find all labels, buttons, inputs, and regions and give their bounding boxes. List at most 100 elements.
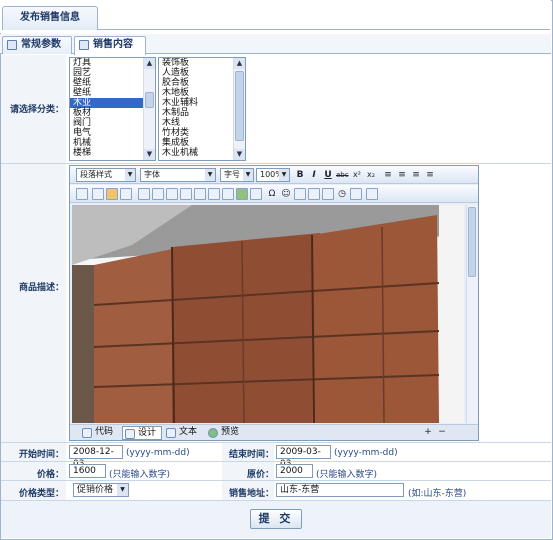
chevron-down-icon: ▼	[243, 169, 253, 181]
row-divider	[1, 480, 551, 481]
wood-stack-photo	[72, 205, 464, 423]
folder-icon[interactable]	[106, 188, 118, 200]
underline-icon[interactable]: U	[322, 169, 334, 181]
mode-label: 预览	[221, 427, 240, 437]
zoom-in-icon[interactable]: +	[422, 426, 434, 438]
list-scrollbar[interactable]: ▲ ▼	[143, 58, 155, 160]
align-justify-icon[interactable]: ≡	[424, 169, 436, 181]
font-size-value: 字号	[224, 170, 240, 179]
zoom-select[interactable]: 100% ▼	[256, 168, 290, 182]
scroll-thumb[interactable]	[145, 92, 154, 108]
scroll-down-icon[interactable]: ▼	[144, 149, 155, 160]
page-title: 发布销售信息	[2, 6, 98, 30]
table-icon[interactable]	[120, 188, 132, 200]
scroll-up-icon[interactable]: ▲	[144, 58, 155, 69]
start-time-label: 开始时间：	[18, 450, 64, 460]
clock-icon[interactable]: ◷	[336, 188, 348, 200]
font-value: 字体	[144, 170, 160, 179]
align-left-icon[interactable]: ≡	[382, 169, 394, 181]
template-icon[interactable]	[322, 188, 334, 200]
new-doc-icon[interactable]	[92, 188, 104, 200]
scroll-up-icon[interactable]: ▲	[234, 58, 245, 69]
align-right-icon[interactable]: ≡	[410, 169, 422, 181]
scroll-thumb[interactable]	[468, 207, 476, 277]
chevron-down-icon: ▼	[125, 169, 135, 181]
mode-preview[interactable]: 预览	[206, 426, 246, 440]
mode-design[interactable]: 设计	[122, 426, 162, 440]
scroll-thumb[interactable]	[235, 71, 244, 141]
category-label: 请选择分类：	[9, 105, 64, 115]
code-icon	[82, 428, 92, 438]
omega-icon[interactable]: Ω	[266, 188, 278, 200]
globe-icon[interactable]	[236, 188, 248, 200]
description-label: 商品描述：	[18, 283, 64, 293]
chevron-down-icon: ▼	[117, 484, 128, 496]
end-date-hint: (yyyy-mm-dd)	[334, 448, 398, 458]
tab-icon	[7, 40, 17, 50]
mode-code[interactable]: 代码	[80, 426, 120, 440]
mode-label: 文本	[179, 427, 198, 437]
tab-sales-label: 销售内容	[93, 39, 133, 50]
scroll-down-icon[interactable]: ▼	[234, 149, 245, 160]
image-icon[interactable]	[294, 188, 306, 200]
price-type-value: 促销价格	[77, 485, 114, 495]
hr-icon[interactable]	[166, 188, 178, 200]
mode-label: 设计	[138, 428, 157, 438]
price-hint: (只能输入数字)	[109, 470, 171, 480]
row-divider	[1, 163, 551, 164]
text-icon	[166, 428, 176, 438]
textbox-icon[interactable]	[180, 188, 192, 200]
title-divider	[98, 29, 550, 30]
calendar-icon[interactable]	[138, 188, 150, 200]
font-select[interactable]: 字体 ▼	[140, 168, 216, 182]
editor-scrollbar[interactable]	[466, 205, 477, 423]
subscript-icon[interactable]: x₂	[365, 169, 377, 181]
tab-general-params[interactable]: 常规参数	[2, 36, 72, 54]
category-list-secondary[interactable]: 装饰板 人造板 胶合板 木地板 木业辅料 木制品 木线 竹材类 集成板 木业机械 ▲ ▼	[158, 57, 246, 161]
rich-text-editor: 段落样式 ▼ 字体 ▼ 字号 ▼ 100% ▼ B I U abc x² x₂ ≡ ≡ …	[69, 165, 479, 441]
chevron-down-icon: ▼	[205, 169, 215, 181]
emoticon-icon[interactable]: ☺	[280, 188, 292, 200]
attachment-icon[interactable]	[350, 188, 362, 200]
link-icon[interactable]	[208, 188, 220, 200]
media-icon[interactable]	[308, 188, 320, 200]
mode-text[interactable]: 文本	[164, 426, 204, 440]
sales-address-label: 销售地址：	[228, 489, 274, 499]
sales-address-input[interactable]: 山东-东营	[276, 483, 404, 497]
paragraph-style-select[interactable]: 段落样式 ▼	[76, 168, 136, 182]
editor-content-area[interactable]	[72, 205, 464, 423]
end-time-label: 结束时间：	[228, 450, 274, 460]
anchor-icon[interactable]	[222, 188, 234, 200]
paragraph-style-value: 段落样式	[80, 170, 112, 179]
editor-mode-bar: 代码 设计 文本 预览 + −	[70, 424, 478, 440]
original-price-input[interactable]: 2000	[276, 464, 313, 478]
bold-icon[interactable]: B	[294, 169, 306, 181]
save-icon[interactable]	[76, 188, 88, 200]
tab-strip: 常规参数 销售内容	[0, 34, 551, 55]
category-list-primary[interactable]: 灯具 园艺 壁纸 壁纸 木业 板材 阀门 电气 机械 楼梯 ▲ ▼	[69, 57, 156, 161]
font-size-select[interactable]: 字号 ▼	[220, 168, 254, 182]
list-scrollbar[interactable]: ▲ ▼	[233, 58, 245, 160]
mode-label: 代码	[95, 427, 114, 437]
fullscreen-icon[interactable]	[366, 188, 378, 200]
price-input[interactable]: 1600	[69, 464, 106, 478]
submit-button[interactable]: 提 交	[250, 509, 302, 529]
zoom-out-icon[interactable]: −	[436, 426, 448, 438]
strikethrough-icon[interactable]: abc	[336, 169, 349, 181]
pencil-icon[interactable]	[194, 188, 206, 200]
design-icon	[125, 429, 135, 439]
end-time-input[interactable]: 2009-03-03	[276, 445, 331, 469]
tab-general-label: 常规参数	[21, 39, 61, 50]
price-type-select[interactable]: 促销价格 ▼	[73, 483, 129, 497]
italic-icon[interactable]: I	[308, 169, 320, 181]
tab-sales-content[interactable]: 销售内容	[74, 36, 146, 55]
original-price-hint: (只能输入数字)	[316, 470, 378, 480]
start-time-input[interactable]: 2008-12-03	[69, 445, 123, 469]
superscript-icon[interactable]: x²	[351, 169, 363, 181]
insert-row-icon[interactable]	[152, 188, 164, 200]
align-center-icon[interactable]: ≡	[396, 169, 408, 181]
editor-toolbar-insert: Ω ☺ ◷	[70, 185, 478, 203]
flash-icon[interactable]	[250, 188, 262, 200]
price-type-label: 价格类型：	[18, 489, 64, 499]
editor-toolbar-format: 段落样式 ▼ 字体 ▼ 字号 ▼ 100% ▼ B I U abc x² x₂ ≡ ≡ …	[70, 166, 478, 184]
